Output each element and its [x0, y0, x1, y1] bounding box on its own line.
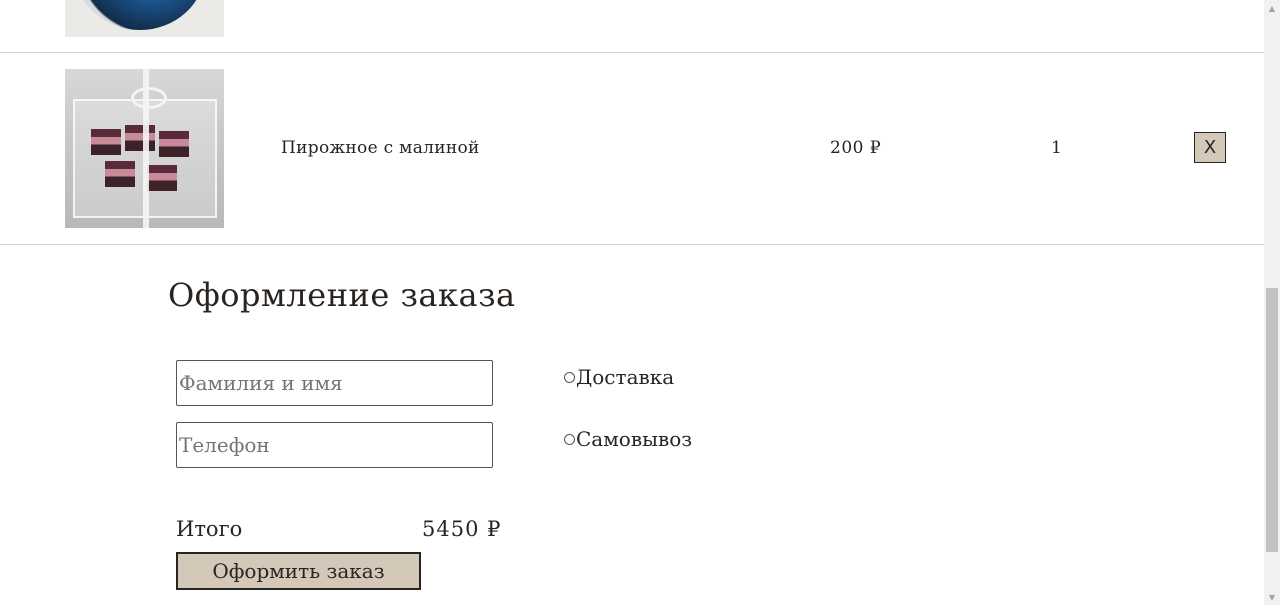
pickup-label: Самовывоз [576, 427, 693, 451]
checkout-title: Оформление заказа [168, 276, 516, 314]
remove-item-button[interactable]: X [1194, 132, 1226, 163]
chevron-down-icon[interactable]: ▼ [1264, 589, 1280, 605]
cake-plate-image [75, 0, 205, 30]
phone-input[interactable] [176, 422, 493, 468]
delivery-label: Доставка [576, 365, 675, 389]
product-image [65, 0, 224, 37]
delivery-radio[interactable] [564, 371, 575, 383]
cake-piece-image [125, 125, 155, 151]
chevron-up-icon[interactable]: ▲ [1264, 0, 1280, 16]
product-price: 200 ₽ [830, 138, 882, 158]
cart-row-partial [0, 0, 1264, 53]
delivery-option[interactable]: Доставка [564, 365, 674, 389]
scrollbar-thumb[interactable] [1266, 288, 1278, 552]
pickup-option[interactable]: Самовывоз [564, 427, 692, 451]
product-quantity: 1 [1051, 138, 1062, 158]
bow-image [131, 87, 167, 109]
total-value: 5450 ₽ [422, 517, 502, 541]
cake-piece-image [105, 161, 135, 187]
full-name-input[interactable] [176, 360, 493, 406]
cake-piece-image [159, 131, 189, 157]
cart-row: Пирожное с малиной 200 ₽ 1 X [0, 53, 1264, 245]
cart-page-content: Пирожное с малиной 200 ₽ 1 X Оформление … [0, 0, 1264, 605]
page: Пирожное с малиной 200 ₽ 1 X Оформление … [0, 0, 1280, 605]
cake-piece-image [147, 165, 177, 191]
place-order-button[interactable]: Оформить заказ [176, 552, 421, 590]
pickup-radio[interactable] [564, 433, 575, 445]
product-image [65, 69, 224, 228]
cake-piece-image [91, 129, 121, 155]
product-name: Пирожное с малиной [281, 138, 480, 158]
scrollbar[interactable]: ▲ ▼ [1264, 0, 1280, 605]
total-label: Итого [176, 517, 243, 541]
